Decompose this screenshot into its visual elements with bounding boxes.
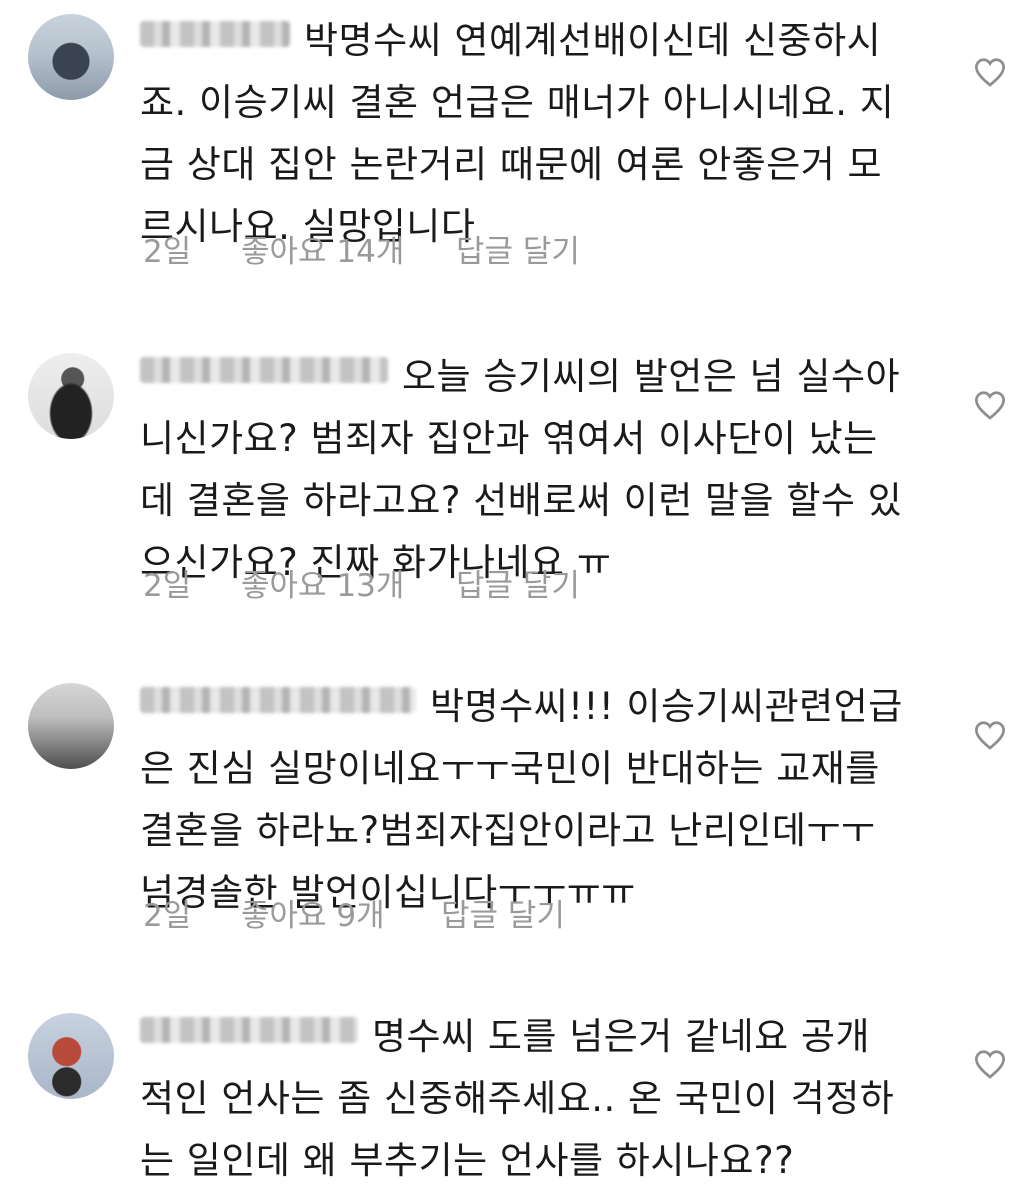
comment-time: 2일 <box>143 898 192 934</box>
username-blurred[interactable] <box>140 1017 358 1043</box>
comment-likes[interactable]: 좋아요 14개 <box>241 226 404 271</box>
reply-button[interactable]: 답글 달기 <box>456 226 580 271</box>
username-blurred[interactable] <box>140 357 388 383</box>
avatar[interactable] <box>28 14 114 100</box>
heart-outline-icon[interactable] <box>973 720 1007 750</box>
heart-outline-icon[interactable] <box>973 1049 1007 1079</box>
comment-time: 2일 <box>143 234 192 270</box>
reply-button[interactable]: 답글 달기 <box>441 890 565 935</box>
avatar[interactable] <box>28 1013 114 1099</box>
comment-body: 박명수씨 연예계선배이신데 신중하시 죠. 이승기씨 결혼 언급은 매너가 아니… <box>140 10 920 258</box>
comment-likes[interactable]: 좋아요 9개 <box>241 890 385 935</box>
comment-likes[interactable]: 좋아요 13개 <box>241 560 404 605</box>
comment-body: 박명수씨!!! 이승기씨관련언급 은 진심 실망이네요ㅜㅜ국민이 반대하는 교재… <box>140 676 920 924</box>
comment-text: 박명수씨 연예계선배이신데 신중하시 죠. 이승기씨 결혼 언급은 매너가 아니… <box>140 19 895 248</box>
comment-text: 박명수씨!!! 이승기씨관련언급 은 진심 실망이네요ㅜㅜ국민이 반대하는 교재… <box>140 685 903 914</box>
username-blurred[interactable] <box>140 21 290 47</box>
username-blurred[interactable] <box>140 687 416 713</box>
heart-outline-icon[interactable] <box>973 390 1007 420</box>
comment-time: 2일 <box>143 568 192 604</box>
avatar[interactable] <box>28 683 114 769</box>
avatar[interactable] <box>28 353 114 439</box>
heart-outline-icon[interactable] <box>973 57 1007 87</box>
reply-button[interactable]: 답글 달기 <box>456 560 580 605</box>
comment-body: 오늘 승기씨의 발언은 넘 실수아 니신가요? 범죄자 집안과 엮여서 이사단이… <box>140 346 920 594</box>
comment-text: 오늘 승기씨의 발언은 넘 실수아 니신가요? 범죄자 집안과 엮여서 이사단이… <box>140 355 903 584</box>
comment-body: 명수씨 도를 넘은거 같네요 공개 적인 언사는 좀 신중해주세요.. 온 국민… <box>140 1006 920 1192</box>
